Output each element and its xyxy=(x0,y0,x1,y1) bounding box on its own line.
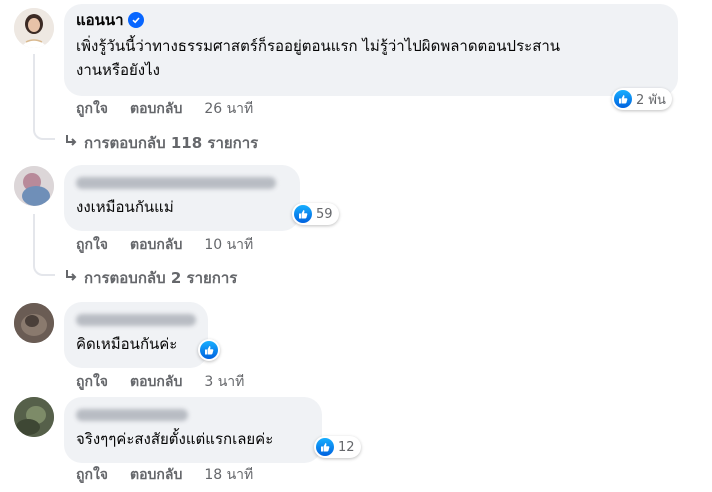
comment-bubble: งงเหมือนกันแม่ xyxy=(64,165,300,231)
avatar[interactable] xyxy=(14,303,54,343)
like-button[interactable]: ถูกใจ xyxy=(76,100,108,118)
comment-author-blurred[interactable] xyxy=(76,314,196,326)
reply-button[interactable]: ตอบกลับ xyxy=(130,373,182,391)
author-name[interactable]: แอนนา xyxy=(76,10,124,30)
thread-line-curve xyxy=(33,124,55,140)
comment-bubble: คิดเหมือนกันค่ะ xyxy=(64,302,208,368)
reply-arrow-icon xyxy=(64,134,78,152)
like-button[interactable]: ถูกใจ xyxy=(76,236,108,254)
comment-bubble: แอนนา เพิ่งรู้วันนี้ว่าทางธรรมศาสตร์ก็รอ… xyxy=(64,4,678,96)
comment-timestamp[interactable]: 26 นาที xyxy=(204,100,253,118)
avatar-photo xyxy=(14,397,54,437)
reaction-count: 12 xyxy=(338,439,355,455)
like-thumb-icon xyxy=(316,438,334,456)
avatar-photo xyxy=(14,303,54,343)
replies-label: การตอบกลับ 118 รายการ xyxy=(84,134,259,152)
comment-timestamp[interactable]: 18 นาที xyxy=(204,466,253,484)
reply-button[interactable]: ตอบกลับ xyxy=(130,100,182,118)
reply-arrow-icon xyxy=(64,269,78,287)
comment-actions: ถูกใจ ตอบกลับ 3 นาที xyxy=(76,373,244,391)
reaction-count: 2 พัน xyxy=(636,92,666,108)
thread-line xyxy=(33,54,35,124)
avatar[interactable] xyxy=(14,166,54,206)
comment-bubble: จริงๆๆค่ะสงสัยตั้งแต่แรกเลยค่ะ xyxy=(64,397,322,463)
like-thumb-icon xyxy=(614,90,632,108)
reaction-count: 59 xyxy=(316,206,333,222)
comment-timestamp[interactable]: 3 นาที xyxy=(204,373,244,391)
comment-timestamp[interactable]: 10 นาที xyxy=(204,236,253,254)
comment-text: คิดเหมือนกันค่ะ xyxy=(76,335,178,353)
like-button[interactable]: ถูกใจ xyxy=(76,373,108,391)
reply-button[interactable]: ตอบกลับ xyxy=(130,236,182,254)
like-thumb-icon xyxy=(294,205,312,223)
comment-text: เพิ่งรู้วันนี้ว่าทางธรรมศาสตร์ก็รออยู่ตอ… xyxy=(76,34,666,82)
like-thumb-icon xyxy=(200,341,218,359)
like-button[interactable]: ถูกใจ xyxy=(76,466,108,484)
avatar-photo xyxy=(14,8,54,48)
comment-text-line: เพิ่งรู้วันนี้ว่าทางธรรมศาสตร์ก็รออยู่ตอ… xyxy=(76,37,561,55)
reaction-summary[interactable]: 2 พัน xyxy=(612,88,672,110)
view-replies-button[interactable]: การตอบกลับ 2 รายการ xyxy=(64,266,237,290)
comment-text-line: งานหรือยังไง xyxy=(76,61,160,79)
comment-actions: ถูกใจ ตอบกลับ 26 นาที xyxy=(76,100,253,118)
avatar[interactable] xyxy=(14,8,54,48)
reaction-summary[interactable]: 59 xyxy=(292,203,339,225)
replies-label: การตอบกลับ 2 รายการ xyxy=(84,269,238,287)
view-replies-button[interactable]: การตอบกลับ 118 รายการ xyxy=(64,131,258,155)
comment-actions: ถูกใจ ตอบกลับ 10 นาที xyxy=(76,236,253,254)
comment-author-blurred[interactable] xyxy=(76,177,276,189)
avatar-photo xyxy=(14,166,54,206)
verified-badge-icon xyxy=(127,12,144,28)
reply-button[interactable]: ตอบกลับ xyxy=(130,466,182,484)
avatar[interactable] xyxy=(14,397,54,437)
thread-line-curve xyxy=(33,260,55,276)
comment-author[interactable]: แอนนา xyxy=(76,10,666,30)
reaction-summary[interactable]: 12 xyxy=(314,436,361,458)
reaction-summary[interactable] xyxy=(198,339,220,361)
comment-actions: ถูกใจ ตอบกลับ 18 นาที xyxy=(76,466,253,484)
comment-text: จริงๆๆค่ะสงสัยตั้งแต่แรกเลยค่ะ xyxy=(76,430,274,448)
comment-author-blurred[interactable] xyxy=(76,409,188,421)
thread-line xyxy=(33,214,35,260)
comment-text: งงเหมือนกันแม่ xyxy=(76,198,174,216)
